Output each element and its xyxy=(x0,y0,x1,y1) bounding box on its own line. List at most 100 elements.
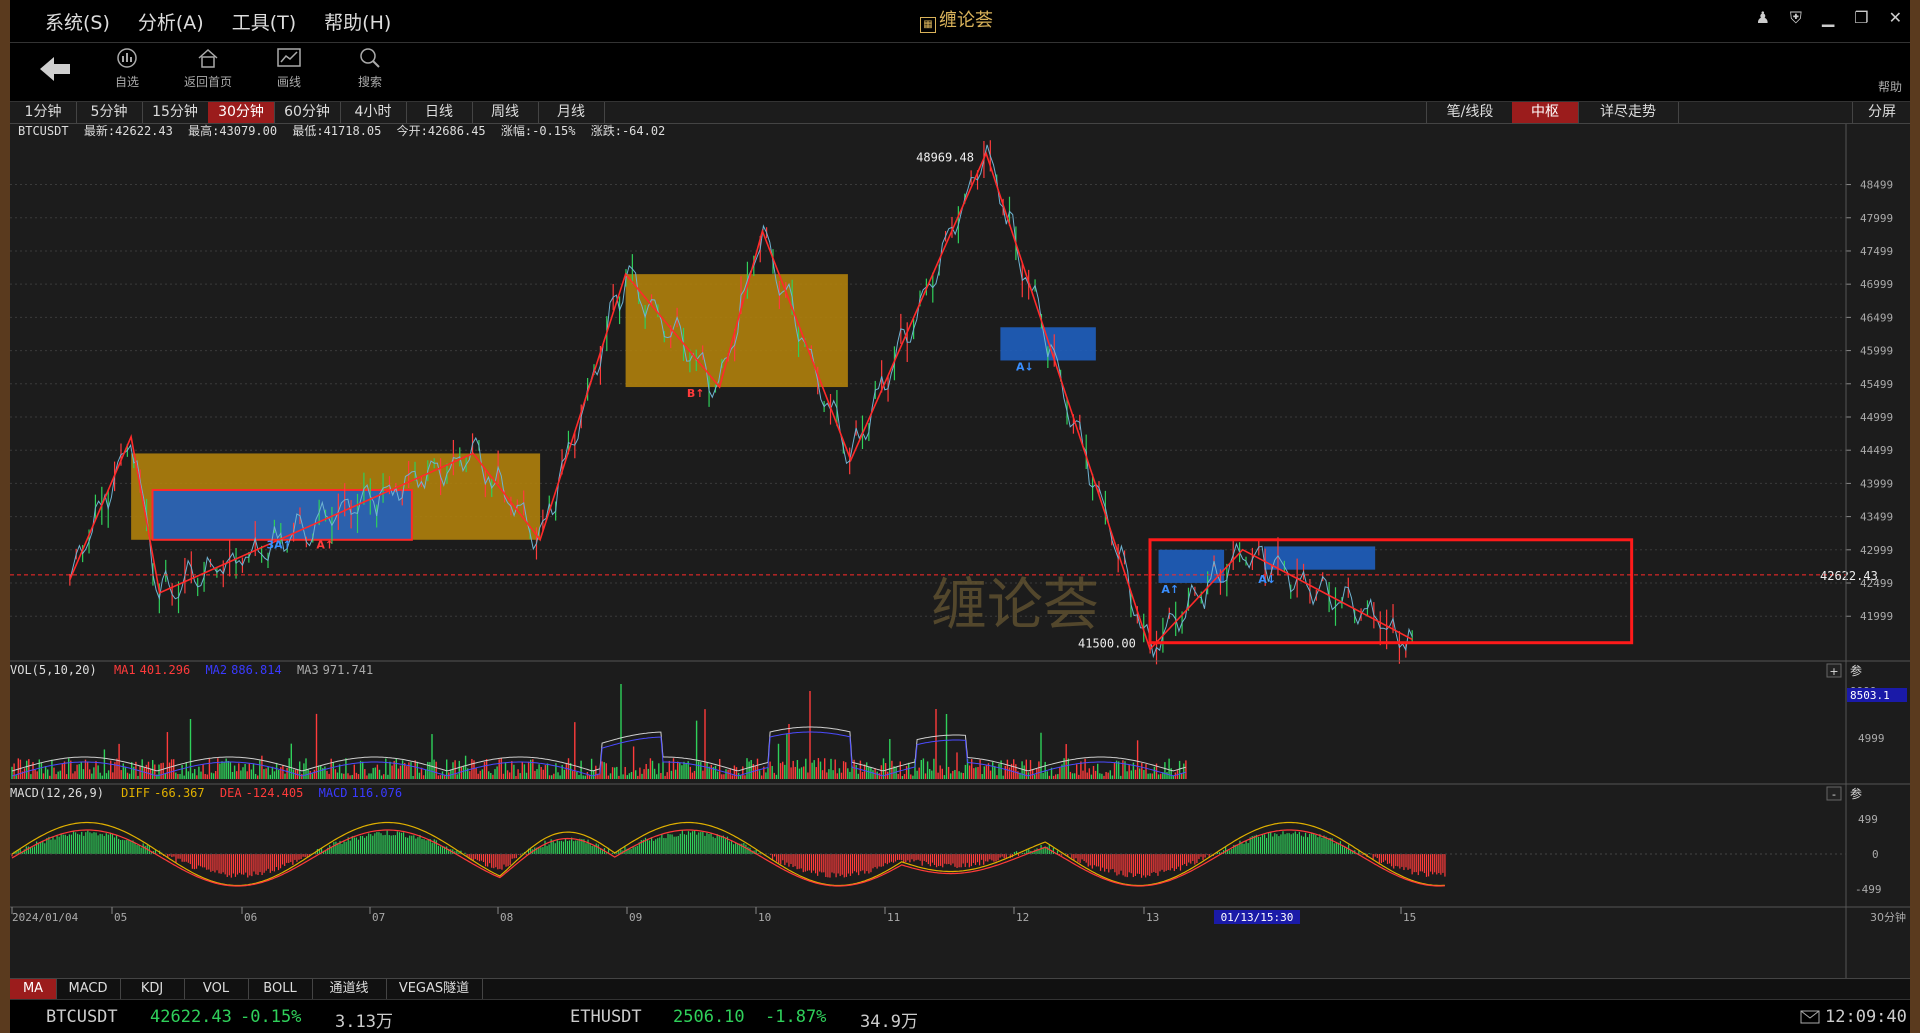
favorites-label: 自选 xyxy=(114,75,139,89)
quote-change-pct-label: 涨幅: xyxy=(501,124,532,138)
app-brand: ▦ 缠论荟 xyxy=(920,6,993,33)
view-detailed-trend[interactable]: 详尽走势 xyxy=(1578,102,1679,123)
quote-high-label: 最高: xyxy=(188,124,219,138)
tab-boll[interactable]: BOLL xyxy=(248,979,313,999)
period-axis-label: 30分钟 xyxy=(1870,910,1906,924)
menu-system[interactable]: 系统(S) xyxy=(45,8,110,35)
price-axis-tick: 44999 xyxy=(1860,411,1893,424)
tab-kdj[interactable]: KDJ xyxy=(120,979,185,999)
draw-line-icon xyxy=(277,48,301,67)
high-price-label: 48969.48 xyxy=(916,150,974,164)
search-icon xyxy=(360,48,380,68)
tab-vegas-tunnel[interactable]: VEGAS隧道 xyxy=(386,979,483,999)
help-link[interactable]: 帮助 xyxy=(1878,78,1902,95)
favorites-button[interactable]: 自选 xyxy=(97,47,157,90)
period-30min[interactable]: 30分钟 xyxy=(208,102,275,123)
quote-change-label: 涨跌: xyxy=(591,124,622,138)
menu-bar: 系统(S) 分析(A) 工具(T) 帮助(H) ▦ 缠论荟 ♟ ⛨ ▁ ❐ ✕ xyxy=(10,0,1910,43)
time-axis-label: 2024/01/04 xyxy=(12,911,79,924)
menu-tools[interactable]: 工具(T) xyxy=(232,8,296,35)
view-zhongshu[interactable]: 中枢 xyxy=(1512,102,1579,123)
quote-change-pct: -0.15% xyxy=(532,124,576,138)
low-price-label: 41500.00 xyxy=(1078,636,1136,650)
period-daily[interactable]: 日线 xyxy=(406,102,473,123)
price-axis-tick: 46499 xyxy=(1860,311,1893,324)
tab-ma[interactable]: MA xyxy=(10,979,57,999)
signal-label: A↑ xyxy=(316,538,334,551)
macd-axis-tick-low: -499 xyxy=(1855,883,1882,896)
period-4h[interactable]: 4小时 xyxy=(340,102,407,123)
watermark: 缠论荟 xyxy=(931,573,1099,638)
menu-help[interactable]: 帮助(H) xyxy=(324,8,391,35)
restore-icon[interactable]: ❐ xyxy=(1854,8,1868,28)
price-axis-tick: 42999 xyxy=(1860,544,1893,557)
shirt-icon[interactable]: ⛨ xyxy=(1790,8,1802,28)
period-1min[interactable]: 1分钟 xyxy=(10,102,77,123)
quote-symbol: BTCUSDT xyxy=(18,124,69,138)
vol-param-button[interactable]: 参 xyxy=(1850,663,1862,678)
period-5min[interactable]: 5分钟 xyxy=(76,102,143,123)
tab-macd[interactable]: MACD xyxy=(56,979,121,999)
search-label: 搜索 xyxy=(357,75,382,89)
zhongshu-box xyxy=(1264,546,1376,570)
app-window: 系统(S) 分析(A) 工具(T) 帮助(H) ▦缠论荟 ♟ ⛨ ▁ ❐ ✕ xyxy=(10,0,1910,1033)
back-button[interactable] xyxy=(38,55,72,87)
home-icon xyxy=(198,48,218,68)
price-axis-tick: 41999 xyxy=(1860,610,1893,623)
macd-macd-name: MACD xyxy=(319,786,348,800)
status-volume-1: 3.13万 xyxy=(335,1012,393,1032)
period-15min[interactable]: 15分钟 xyxy=(142,102,209,123)
time-axis-label: 11 xyxy=(887,911,900,924)
zhongshu-box xyxy=(625,274,848,388)
minimize-icon[interactable]: ▁ xyxy=(1822,8,1834,28)
period-monthly[interactable]: 月线 xyxy=(538,102,605,123)
macd-remove-label: - xyxy=(1832,788,1836,801)
menu-analysis[interactable]: 分析(A) xyxy=(138,8,204,35)
period-60min[interactable]: 60分钟 xyxy=(274,102,341,123)
price-axis-tick: 46999 xyxy=(1860,278,1893,291)
draw-line-button[interactable]: 画线 xyxy=(259,47,319,90)
price-axis-tick: 45499 xyxy=(1860,378,1893,391)
status-symbol-2[interactable]: ETHUSDT xyxy=(570,1007,642,1027)
quote-open-label: 今开: xyxy=(397,124,428,138)
tab-channel-line[interactable]: 通道线 xyxy=(312,979,387,999)
signal-label: A↓ xyxy=(1258,573,1276,586)
macd-axis-tick-zero: 0 xyxy=(1872,848,1879,861)
status-symbol-1[interactable]: BTCUSDT xyxy=(46,1007,118,1027)
macd-macd-value: 116.076 xyxy=(352,786,403,800)
home-button[interactable]: 返回首页 xyxy=(178,47,238,90)
back-arrow-icon xyxy=(40,57,70,81)
status-price-2: 2506.10 xyxy=(673,1007,745,1027)
price-axis-tick: 47499 xyxy=(1860,245,1893,258)
vol-ma2-value: 886.814 xyxy=(231,663,282,677)
quote-low: 41718.05 xyxy=(324,124,382,138)
macd-axis-tick-high: 499 xyxy=(1858,813,1878,826)
chart-area[interactable]: BTCUSDT 最新:42622.43 最高:43079.00 最低:41718… xyxy=(10,124,1910,978)
view-bi-segment[interactable]: 笔/线段 xyxy=(1426,102,1514,123)
close-icon[interactable]: ✕ xyxy=(1889,8,1902,28)
split-screen-button[interactable]: 分屏 xyxy=(1852,102,1910,123)
macd-legend: MACD(12,26,9) DIFF -66.367 DEA -124.405 MA… xyxy=(10,786,402,800)
time-axis-label: 12 xyxy=(1016,911,1029,924)
price-axis-tick: 43999 xyxy=(1860,477,1893,490)
vol-current-value: 8503.1 xyxy=(1850,689,1890,702)
time-axis-label: 08 xyxy=(500,911,513,924)
logo-icon: ▦ xyxy=(920,17,936,33)
quote-open: 42686.45 xyxy=(428,124,486,138)
macd-title: MACD(12,26,9) xyxy=(10,786,104,800)
period-weekly[interactable]: 周线 xyxy=(472,102,539,123)
search-button[interactable]: 搜索 xyxy=(340,47,400,90)
quote-latest-label: 最新: xyxy=(84,124,115,138)
mail-icon[interactable] xyxy=(1800,1009,1820,1029)
macd-diff-name: DIFF xyxy=(121,786,150,800)
tab-vol[interactable]: VOL xyxy=(184,979,249,999)
draw-line-label: 画线 xyxy=(276,75,301,89)
macd-diff-value: -66.367 xyxy=(154,786,205,800)
macd-param-button[interactable]: 参 xyxy=(1850,786,1862,801)
user-icon[interactable]: ♟ xyxy=(1756,8,1770,28)
period-bar: 1分钟 5分钟 15分钟 30分钟 60分钟 4小时 日线 周线 月线 笔/线段… xyxy=(10,102,1910,124)
toolbar: 自选 返回首页 画线 搜索 帮助 xyxy=(10,43,1910,102)
signal-label: 3A↑ xyxy=(267,538,292,551)
macd-dea-name: DEA xyxy=(220,786,242,800)
time-axis-label: 06 xyxy=(244,911,257,924)
